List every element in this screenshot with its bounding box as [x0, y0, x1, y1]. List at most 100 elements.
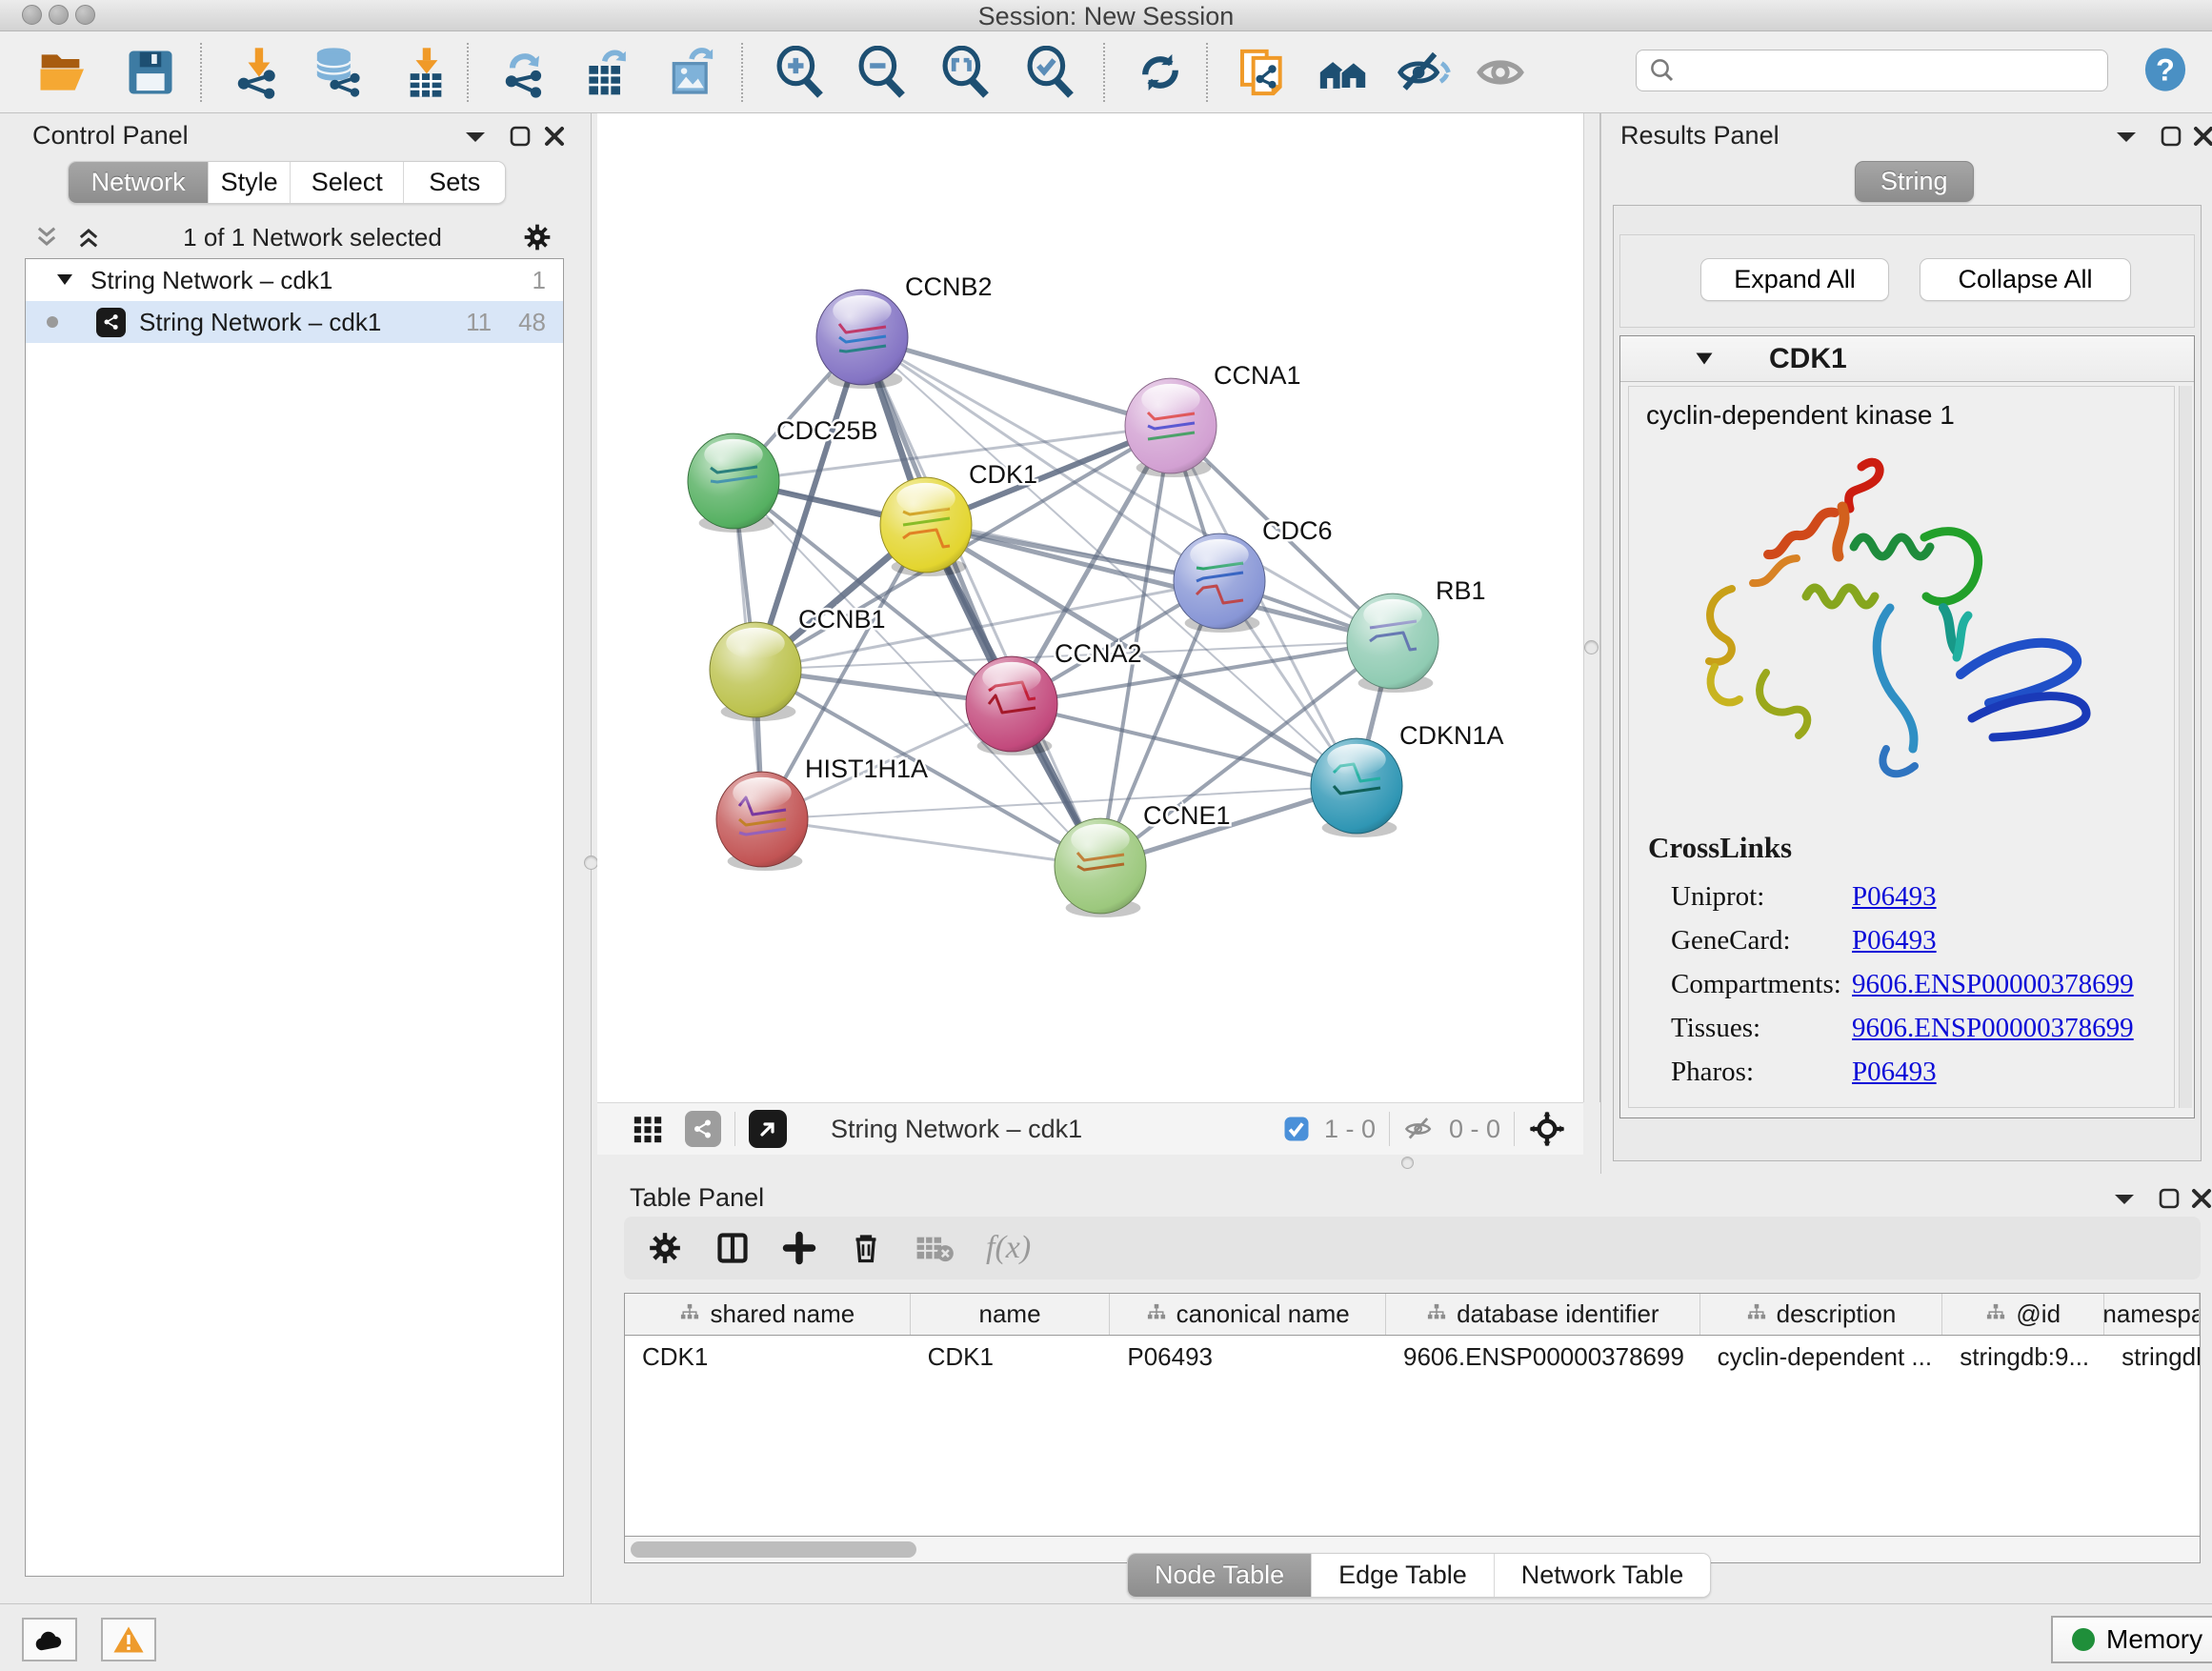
table-cell[interactable]: CDK1: [625, 1336, 911, 1378]
birdseye-grid-icon[interactable]: [632, 1113, 664, 1145]
scrollbar-thumb[interactable]: [631, 1541, 916, 1558]
table-gear-icon[interactable]: [647, 1230, 683, 1266]
column-header-name[interactable]: name: [911, 1294, 1111, 1335]
network-node[interactable]: CCNB1: [710, 605, 886, 721]
zoom-in-button[interactable]: [770, 42, 831, 103]
zoom-fit-button[interactable]: [935, 42, 996, 103]
tab-style[interactable]: Style: [209, 162, 291, 203]
horizontal-splitter-handle[interactable]: [1401, 1157, 1414, 1169]
column-header-description[interactable]: description: [1700, 1294, 1943, 1335]
network-edge[interactable]: [762, 819, 1100, 866]
search-input[interactable]: [1677, 55, 2077, 87]
right-splitter[interactable]: [1583, 113, 1600, 1102]
network-graph[interactable]: CCNB2CCNA1CDC25BCDK1CDC6RB1CCNB1CCNA2CDK…: [597, 113, 1583, 1102]
crosslink-link[interactable]: 9606.ENSP00000378699: [1852, 969, 2134, 1000]
warning-status-button[interactable]: [101, 1618, 156, 1661]
crosshair-icon[interactable]: [1528, 1110, 1566, 1148]
column-header--id[interactable]: @id: [1942, 1294, 2104, 1335]
panel-float-icon[interactable]: [2158, 1187, 2181, 1210]
expand-all-icon[interactable]: [74, 224, 103, 251]
open-in-window-icon[interactable]: [749, 1110, 787, 1148]
network-canvas[interactable]: CCNB2CCNA1CDC25BCDK1CDC6RB1CCNB1CCNA2CDK…: [597, 113, 1583, 1102]
tab-network[interactable]: Network: [69, 162, 209, 203]
network-edge[interactable]: [862, 337, 1171, 426]
crosslink-link[interactable]: 9606.ENSP00000378699: [1852, 1013, 2134, 1044]
panel-close-icon[interactable]: [543, 125, 566, 148]
network-node[interactable]: CDC6: [1174, 516, 1333, 633]
cloud-status-button[interactable]: [22, 1618, 77, 1661]
tab-select[interactable]: Select: [291, 162, 404, 203]
column-header-shared-name[interactable]: shared name: [625, 1294, 911, 1335]
crosslink-link[interactable]: P06493: [1852, 1057, 1937, 1088]
column-header-canonical-name[interactable]: canonical name: [1110, 1294, 1386, 1335]
delete-column-icon[interactable]: [849, 1230, 883, 1266]
open-file-button[interactable]: [33, 42, 94, 103]
network-edge[interactable]: [862, 337, 1100, 866]
expand-all-button[interactable]: Expand All: [1700, 258, 1889, 301]
delete-table-icon[interactable]: [915, 1232, 954, 1264]
show-columns-icon[interactable]: [715, 1230, 750, 1266]
right-splitter-handle[interactable]: [1584, 640, 1599, 654]
table-cell[interactable]: stringdb:9...: [1942, 1336, 2104, 1378]
left-splitter-handle[interactable]: [584, 856, 598, 870]
collapse-all-icon[interactable]: [32, 224, 61, 251]
new-network-from-selection-button[interactable]: [1232, 42, 1293, 103]
first-neighbors-button[interactable]: [1313, 42, 1374, 103]
string-badge-icon[interactable]: [685, 1111, 721, 1147]
panel-close-icon[interactable]: [2192, 125, 2212, 148]
panel-menu-icon[interactable]: [2114, 129, 2139, 146]
table-cell[interactable]: cyclin-dependent ...: [1700, 1336, 1943, 1378]
section-collapse-icon[interactable]: [1695, 352, 1714, 366]
import-table-file-button[interactable]: [395, 42, 456, 103]
column-header-database-identifier[interactable]: database identifier: [1386, 1294, 1700, 1335]
save-session-button[interactable]: [120, 42, 181, 103]
panel-float-icon[interactable]: [2160, 125, 2182, 148]
network-node[interactable]: CCNE1: [1055, 801, 1231, 917]
panel-menu-icon[interactable]: [463, 129, 488, 146]
results-scrollbar[interactable]: [2179, 386, 2192, 1108]
network-node[interactable]: CCNA1: [1125, 361, 1301, 477]
import-network-file-button[interactable]: [228, 42, 289, 103]
show-all-button[interactable]: [1470, 42, 1531, 103]
column-header-namespace[interactable]: namespace: [2104, 1294, 2200, 1335]
zoom-out-button[interactable]: [852, 42, 913, 103]
table-row[interactable]: CDK1CDK1P064939606.ENSP00000378699cyclin…: [625, 1336, 2200, 1378]
table-cell[interactable]: 9606.ENSP00000378699: [1386, 1336, 1700, 1378]
function-builder-icon[interactable]: f(x): [986, 1230, 1031, 1266]
table-cell[interactable]: CDK1: [911, 1336, 1111, 1378]
tree-expand-icon[interactable]: [56, 273, 73, 287]
export-image-button[interactable]: [661, 42, 722, 103]
panel-menu-icon[interactable]: [2112, 1191, 2137, 1208]
table-cell[interactable]: stringdb: [2104, 1336, 2200, 1378]
network-tree-root-row[interactable]: String Network – cdk1 1: [26, 259, 563, 301]
export-network-button[interactable]: [495, 42, 556, 103]
selected-checkbox-icon[interactable]: [1282, 1115, 1311, 1143]
collapse-all-button[interactable]: Collapse All: [1920, 258, 2131, 301]
crosslink-link[interactable]: P06493: [1852, 881, 1937, 913]
tab-string[interactable]: String: [1855, 161, 1974, 202]
network-edge[interactable]: [1012, 704, 1357, 786]
tab-network-table[interactable]: Network Table: [1495, 1554, 1711, 1597]
zoom-selected-button[interactable]: [1020, 42, 1081, 103]
table-cell[interactable]: P06493: [1110, 1336, 1386, 1378]
network-node[interactable]: CCNB2: [816, 272, 993, 389]
add-column-icon[interactable]: [782, 1231, 816, 1265]
tab-edge-table[interactable]: Edge Table: [1312, 1554, 1495, 1597]
export-table-button[interactable]: [576, 42, 637, 103]
network-tree-child-row[interactable]: String Network – cdk1 11 48: [26, 301, 563, 343]
network-node[interactable]: RB1: [1347, 576, 1486, 693]
memory-button[interactable]: Memory: [2051, 1616, 2212, 1663]
crosslink-link[interactable]: P06493: [1852, 925, 1937, 956]
panel-float-icon[interactable]: [509, 125, 532, 148]
hide-selected-button[interactable]: [1393, 42, 1454, 103]
tab-sets[interactable]: Sets: [404, 162, 505, 203]
refresh-view-button[interactable]: [1130, 42, 1191, 103]
gear-icon[interactable]: [522, 222, 553, 252]
gene-section-header[interactable]: CDK1: [1620, 336, 2194, 382]
import-network-database-button[interactable]: [308, 42, 369, 103]
tab-node-table[interactable]: Node Table: [1128, 1554, 1312, 1597]
network-node[interactable]: CDKN1A: [1311, 721, 1504, 837]
hidden-eye-icon[interactable]: [1403, 1115, 1436, 1143]
panel-close-icon[interactable]: [2190, 1187, 2212, 1210]
help-button[interactable]: ?: [2143, 47, 2187, 92]
